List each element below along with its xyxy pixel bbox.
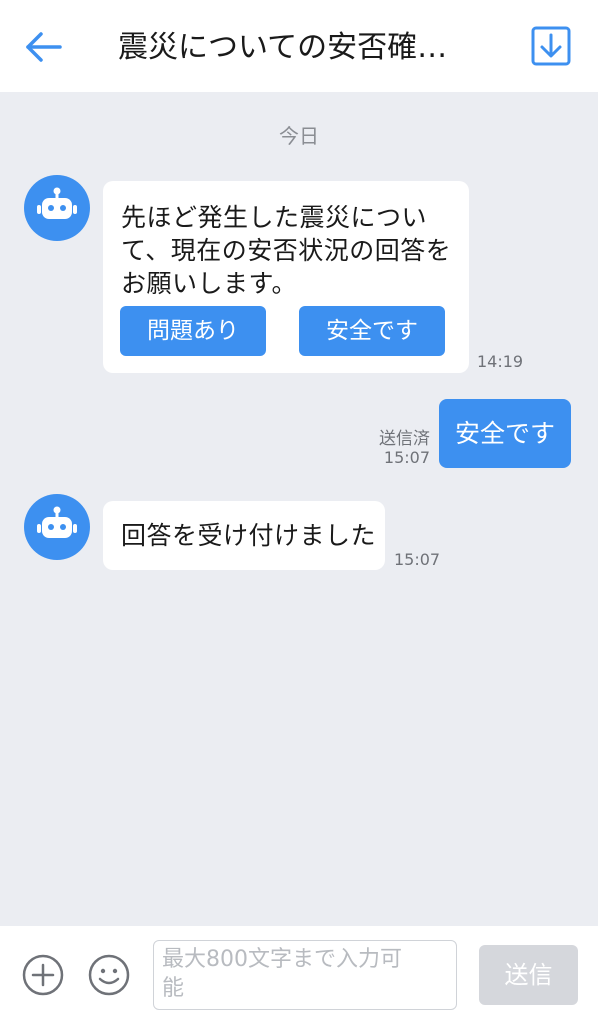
page-title: 震災についての安否確… [118, 30, 448, 65]
emoji-button[interactable] [88, 954, 130, 996]
input-placeholder: 能 [162, 976, 185, 1001]
message-input-bar: 最大800文字まで入力可 能 送信 [0, 926, 598, 1024]
message-line: お願いします。 [121, 269, 298, 298]
header-bar: 震災についての安否確… [0, 0, 598, 92]
message-time: 15:07 [383, 448, 430, 467]
robot-icon [37, 506, 77, 538]
problem-button[interactable]: 問題あり [120, 306, 266, 356]
arrow-left-icon [26, 32, 62, 62]
download-icon [531, 26, 571, 66]
bot-message-text: 先ほど発生した震災につい て、現在の安否状況の回答を お願いします。 [121, 201, 461, 300]
message-time: 15:07 [394, 550, 441, 569]
sent-status: 送信済 [379, 429, 430, 449]
message-time: 14:19 [477, 352, 524, 371]
send-button[interactable]: 送信 [479, 945, 578, 1005]
bot-avatar [24, 175, 90, 241]
message-input[interactable]: 最大800文字まで入力可 能 [153, 940, 457, 1010]
chat-screen: 震災についての安否確… 今日 先ほど発生した震災につい て、現在の安否状況の回答… [0, 0, 598, 1024]
back-button[interactable] [22, 26, 64, 68]
add-attachment-button[interactable] [22, 954, 64, 996]
message-line: 先ほど発生した震災につい [121, 203, 428, 232]
plus-circle-icon [22, 954, 64, 996]
bot-message-bubble: 回答を受け付けました [103, 501, 385, 570]
smiley-icon [88, 954, 130, 996]
message-line: て、現在の安否状況の回答を [121, 236, 452, 265]
robot-icon [37, 187, 77, 219]
input-placeholder: 最大800文字まで入力可 [162, 947, 402, 972]
date-separator: 今日 [279, 124, 319, 148]
bot-avatar [24, 494, 90, 560]
bot-message-bubble: 先ほど発生した震災につい て、現在の安否状況の回答を お願いします。 問題あり … [103, 181, 469, 373]
download-button[interactable] [531, 26, 571, 66]
bot-message-text: 回答を受け付けました [121, 521, 377, 550]
safe-button[interactable]: 安全です [299, 306, 445, 356]
user-message-bubble: 安全です [439, 399, 571, 468]
